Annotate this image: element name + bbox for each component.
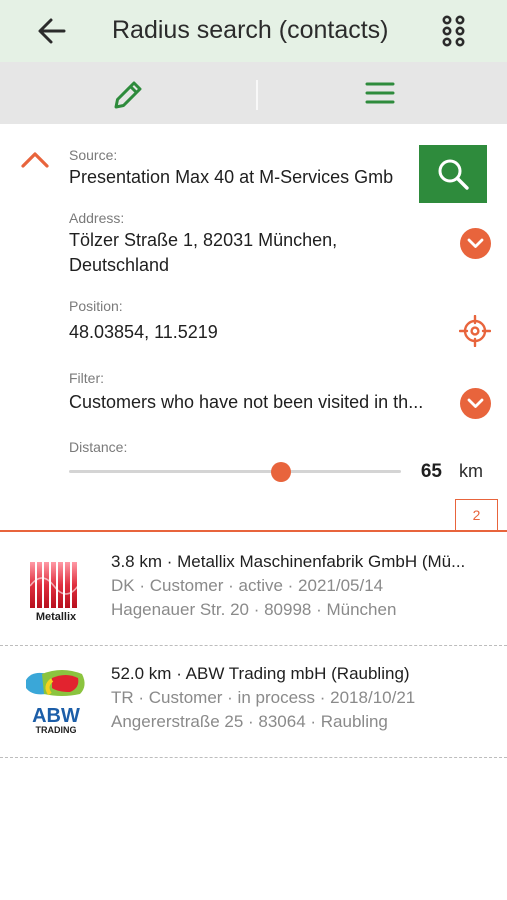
dots-grid-icon[interactable]	[440, 13, 472, 49]
svg-text:ABW: ABW	[32, 705, 80, 727]
pencil-icon[interactable]	[108, 76, 148, 112]
logo-text: Metallix	[36, 611, 77, 623]
chevron-down-icon	[467, 398, 484, 408]
search-icon	[438, 159, 469, 190]
list-item[interactable]: ABW TRADING 52.0 km · ABW Trading mbH (R…	[0, 646, 507, 758]
metallix-logo: Metallix	[22, 548, 90, 624]
distance-label: Distance:	[69, 439, 128, 455]
filter-value: Customers who have not been visited in t…	[69, 392, 424, 412]
source-value: Presentation Max 40 at M-Services Gmb	[69, 167, 394, 187]
section-divider	[0, 530, 507, 532]
slider-track	[69, 470, 401, 473]
position-value: 48.03854, 11.5219	[69, 322, 218, 342]
distance-unit: km	[459, 461, 483, 481]
toolbar	[0, 62, 507, 124]
arrow-left-icon[interactable]	[34, 14, 70, 48]
address-expand-button[interactable]	[460, 228, 491, 259]
abw-trading-logo: ABW TRADING	[22, 660, 90, 736]
result-address: Hagenauer Str. 20 · 80998 · München	[111, 600, 397, 619]
result-meta: DK · Customer · active · 2021/05/14	[111, 576, 384, 595]
filter-label: Filter:	[69, 370, 104, 386]
crosshair-icon[interactable]	[458, 314, 492, 348]
result-title: 3.8 km · Metallix Maschinenfabrik GmbH (…	[111, 552, 466, 571]
address-label: Address:	[69, 210, 125, 226]
dashed-divider	[0, 757, 507, 758]
result-count-badge[interactable]: 2	[455, 499, 498, 531]
filter-expand-button[interactable]	[460, 388, 491, 419]
address-value: Tölzer Straße 1, 82031 München, Deutschl…	[69, 230, 338, 275]
position-label: Position:	[69, 298, 123, 314]
search-button[interactable]	[419, 145, 487, 203]
chevron-up-icon[interactable]	[18, 146, 52, 172]
svg-text:TRADING: TRADING	[36, 725, 77, 735]
result-title: 52.0 km · ABW Trading mbH (Raubling)	[111, 664, 410, 683]
slider-thumb[interactable]	[271, 462, 292, 482]
chevron-down-icon	[467, 238, 484, 248]
source-label: Source:	[69, 147, 118, 163]
result-meta: TR · Customer · in process · 2018/10/21	[111, 688, 416, 707]
page-title: Radius search (contacts)	[112, 16, 389, 44]
result-address: Angererstraße 25 · 83064 · Raubling	[111, 712, 388, 731]
toolbar-divider	[256, 80, 258, 110]
distance-slider[interactable]	[69, 462, 401, 482]
hamburger-menu-icon[interactable]	[362, 76, 398, 110]
app-bar: Radius search (contacts)	[0, 0, 507, 62]
list-item[interactable]: Metallix 3.8 km · Metallix Maschinenfabr…	[0, 534, 507, 646]
distance-value: 65	[420, 461, 442, 482]
